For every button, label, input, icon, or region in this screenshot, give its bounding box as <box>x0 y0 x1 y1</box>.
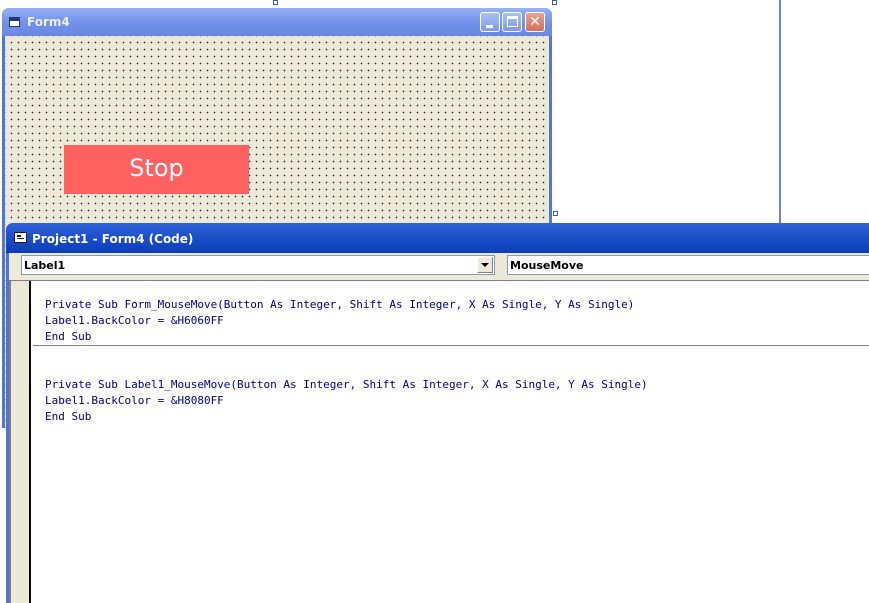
code-line[interactable]: Private Sub Label1_MouseMove(Button As I… <box>45 377 648 393</box>
minimize-button[interactable] <box>480 12 500 32</box>
resize-handle[interactable] <box>273 0 278 5</box>
code-line[interactable]: Label1.BackColor = &H8080FF <box>45 393 224 409</box>
code-editor[interactable]: Private Sub Form_MouseMove(Button As Int… <box>9 280 869 603</box>
form4-titlebar[interactable]: Form4 ✕ <box>2 8 552 36</box>
object-combo[interactable]: Label1 <box>21 255 495 275</box>
procedure-combo[interactable]: MouseMove <box>507 255 869 275</box>
procedure-separator <box>33 345 869 346</box>
code-window-icon <box>14 232 27 243</box>
procedure-combo-value: MouseMove <box>510 259 584 272</box>
maximize-button[interactable] <box>502 12 522 32</box>
resize-handle[interactable] <box>552 0 557 5</box>
code-window-body: Label1 MouseMove Private Sub Form_MouseM… <box>9 253 869 603</box>
code-line[interactable]: End Sub <box>45 329 91 345</box>
resize-handle[interactable] <box>553 211 558 216</box>
code-window-titlebar[interactable]: Project1 - Form4 (Code) <box>6 223 869 253</box>
close-icon: ✕ <box>529 14 541 30</box>
margin-indicator-bar[interactable] <box>9 281 31 603</box>
label1-stop[interactable]: Stop <box>64 145 249 194</box>
code-window: Project1 - Form4 (Code) Label1 MouseMove… <box>6 223 869 603</box>
form4-title: Form4 <box>27 15 70 29</box>
code-line[interactable]: End Sub <box>45 409 91 425</box>
object-combo-value: Label1 <box>24 259 66 272</box>
code-line[interactable]: Private Sub Form_MouseMove(Button As Int… <box>45 297 634 313</box>
chevron-down-icon[interactable] <box>477 257 493 273</box>
close-button[interactable]: ✕ <box>525 12 545 32</box>
code-text-area[interactable]: Private Sub Form_MouseMove(Button As Int… <box>33 281 869 603</box>
code-window-title: Project1 - Form4 (Code) <box>32 232 194 246</box>
form-icon <box>9 17 20 27</box>
designer-frame-line <box>779 0 781 225</box>
code-line[interactable]: Label1.BackColor = &H6060FF <box>45 313 224 329</box>
